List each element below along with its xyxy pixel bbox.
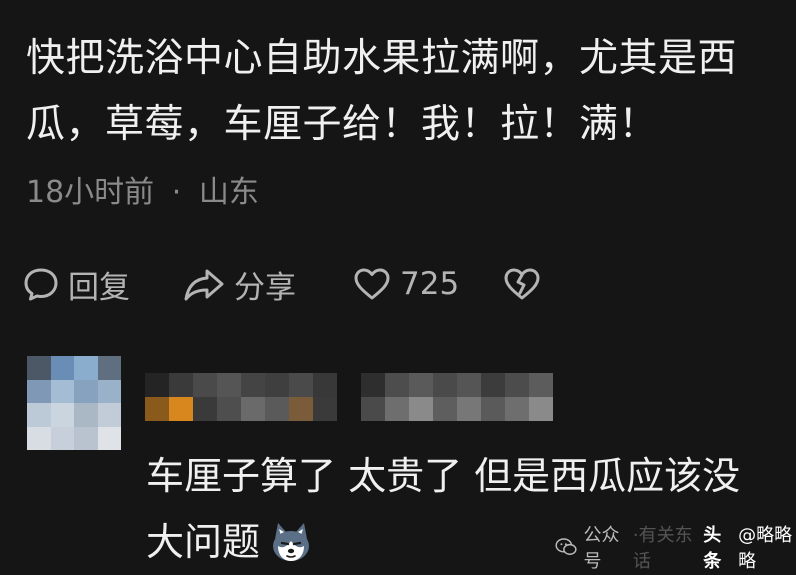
comment-text: 快把洗浴中心自助水果拉满啊，尤其是西瓜，草莓，车厘子给！我！拉！满！ [26, 36, 738, 147]
heart-icon [354, 268, 390, 300]
username-blurred[interactable] [145, 373, 555, 421]
watermark: 公众号 ·有关东话 头条 @略略略 [555, 525, 796, 572]
reply-label: 回复 [68, 269, 130, 306]
watermark-wechat-label: 公众号 [583, 525, 620, 572]
avatar[interactable] [27, 356, 121, 450]
comment-meta: 18小时前 · 山东 [26, 167, 259, 211]
share-button[interactable]: 分享 [182, 262, 316, 307]
reply-button[interactable]: 回复 [22, 262, 152, 307]
meta-separator: · [171, 175, 182, 210]
wechat-icon [555, 538, 577, 555]
comment-bubble-icon [24, 268, 58, 301]
share-label: 分享 [234, 269, 296, 306]
watermark-handle: @略略略 [738, 525, 793, 572]
comment-location: 山东 [198, 175, 259, 210]
broken-heart-icon [504, 268, 540, 300]
like-count: 725 [400, 266, 460, 302]
watermark-brand: 头条 [703, 525, 722, 572]
watermark-faded-text: ·有关东话 [632, 525, 693, 572]
dislike-button[interactable] [502, 265, 542, 303]
comment-actions: 回复 分享 725 [22, 262, 542, 306]
comment-time: 18小时前 [26, 175, 155, 210]
husky-emoji-icon [273, 522, 310, 561]
share-arrow-icon [184, 269, 224, 301]
like-button[interactable]: 725 [352, 265, 472, 303]
